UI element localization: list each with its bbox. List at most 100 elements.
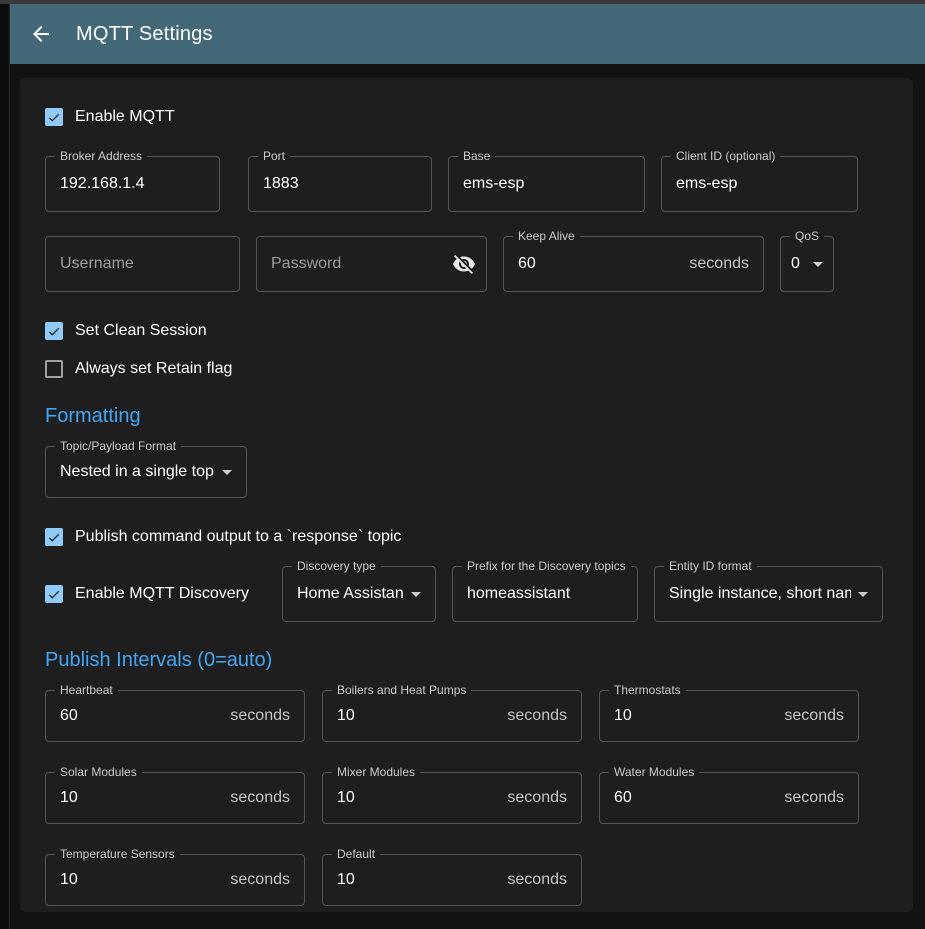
thermostats-interval-input[interactable] [614,707,776,725]
field-label: Discovery type [292,558,381,574]
broker-address-field[interactable]: Broker Address [45,156,220,212]
back-button[interactable] [28,21,54,47]
water-interval-input[interactable] [614,789,776,807]
checkbox-label: Always set Retain flag [75,360,232,378]
default-interval-field[interactable]: Default seconds [322,854,582,906]
topic-format-value: Nested in a single topic [60,463,215,481]
chevron-down-icon [851,582,875,606]
field-label: Broker Address [55,148,147,164]
checkbox-icon [45,360,63,378]
checkbox-label: Enable MQTT Discovery [75,585,249,603]
keep-alive-input[interactable] [518,255,681,273]
solar-interval-input[interactable] [60,789,222,807]
qos-select[interactable]: QoS 0 [780,236,834,292]
chevron-down-icon [215,460,239,484]
settings-card: Enable MQTT Broker Address Port Base Cli… [20,78,913,912]
toggle-password-visibility-button[interactable] [452,252,476,276]
entity-id-format-value: Single instance, short name [669,585,851,603]
enable-mqtt-checkbox[interactable]: Enable MQTT [45,106,888,128]
boilers-interval-input[interactable] [337,707,499,725]
water-interval-field[interactable]: Water Modules seconds [599,772,859,824]
field-suffix: seconds [230,789,290,807]
broker-fields-row: Broker Address Port Base Client ID (opti… [45,156,888,212]
left-rail [0,4,10,929]
client-id-field[interactable]: Client ID (optional) [661,156,858,212]
entity-id-format-select[interactable]: Entity ID format Single instance, short … [654,566,883,622]
discovery-prefix-input[interactable] [467,585,623,603]
default-interval-input[interactable] [337,871,499,889]
appbar: MQTT Settings [10,4,925,64]
auth-fields-row: Keep Alive seconds QoS 0 [45,236,888,292]
port-field[interactable]: Port [248,156,432,212]
page-title: MQTT Settings [76,23,213,46]
field-label: Thermostats [609,682,686,698]
field-suffix: seconds [784,707,844,725]
boilers-interval-field[interactable]: Boilers and Heat Pumps seconds [322,690,582,742]
checkbox-icon [45,585,63,603]
topic-format-select[interactable]: Topic/Payload Format Nested in a single … [45,446,247,498]
field-label: Temperature Sensors [55,846,180,862]
thermostats-interval-field[interactable]: Thermostats seconds [599,690,859,742]
field-suffix: seconds [230,707,290,725]
port-input[interactable] [263,175,417,193]
field-label: Entity ID format [664,558,757,574]
username-input[interactable] [60,255,225,273]
checkbox-label: Set Clean Session [75,322,207,340]
checkbox-label: Enable MQTT [75,108,175,126]
discovery-type-value: Home Assistant [297,585,404,603]
checkbox-icon [45,528,63,546]
discovery-prefix-field[interactable]: Prefix for the Discovery topics [452,566,638,622]
base-input[interactable] [463,175,630,193]
field-suffix: seconds [507,789,567,807]
checkbox-icon [45,108,63,126]
visibility-off-icon [452,252,476,276]
temperature-sensors-interval-input[interactable] [60,871,222,889]
heartbeat-input[interactable] [60,707,222,725]
clean-session-checkbox[interactable]: Set Clean Session [45,320,888,342]
chevron-down-icon [806,252,830,276]
checkbox-label: Publish command output to a `response` t… [75,528,401,546]
client-id-input[interactable] [676,175,843,193]
broker-address-input[interactable] [60,175,205,193]
field-suffix: seconds [689,255,749,273]
heartbeat-field[interactable]: Heartbeat seconds [45,690,305,742]
discovery-row: Enable MQTT Discovery Discovery type Hom… [45,566,888,622]
field-label: Default [332,846,380,862]
publish-intervals-heading: Publish Intervals (0=auto) [45,648,888,672]
publish-response-checkbox[interactable]: Publish command output to a `response` t… [45,526,888,548]
intervals-grid: Heartbeat seconds Boilers and Heat Pumps… [45,690,888,906]
field-suffix: seconds [507,871,567,889]
field-suffix: seconds [784,789,844,807]
field-label: Keep Alive [513,228,580,244]
field-label: Boilers and Heat Pumps [332,682,471,698]
field-label: Water Modules [609,764,699,780]
discovery-type-select[interactable]: Discovery type Home Assistant [282,566,436,622]
checkbox-icon [45,322,63,340]
field-label: Client ID (optional) [671,148,780,164]
username-field[interactable] [45,236,240,292]
field-suffix: seconds [230,871,290,889]
arrow-back-icon [29,22,53,46]
field-label: Prefix for the Discovery topics [462,558,631,574]
keep-alive-field[interactable]: Keep Alive seconds [503,236,764,292]
field-label: Heartbeat [55,682,118,698]
field-label: Topic/Payload Format [55,438,181,454]
field-suffix: seconds [507,707,567,725]
mixer-interval-input[interactable] [337,789,499,807]
qos-value: 0 [791,255,806,273]
field-label: Mixer Modules [332,764,420,780]
chevron-down-icon [404,582,428,606]
field-label: Solar Modules [55,764,142,780]
formatting-heading: Formatting [45,404,888,428]
retain-flag-checkbox[interactable]: Always set Retain flag [45,358,888,380]
password-input[interactable] [271,255,452,273]
mixer-interval-field[interactable]: Mixer Modules seconds [322,772,582,824]
password-field[interactable] [256,236,487,292]
temperature-sensors-interval-field[interactable]: Temperature Sensors seconds [45,854,305,906]
solar-interval-field[interactable]: Solar Modules seconds [45,772,305,824]
field-label: Base [458,148,495,164]
base-field[interactable]: Base [448,156,645,212]
field-label: QoS [790,228,824,244]
field-label: Port [258,148,290,164]
enable-discovery-checkbox[interactable]: Enable MQTT Discovery [45,583,266,605]
